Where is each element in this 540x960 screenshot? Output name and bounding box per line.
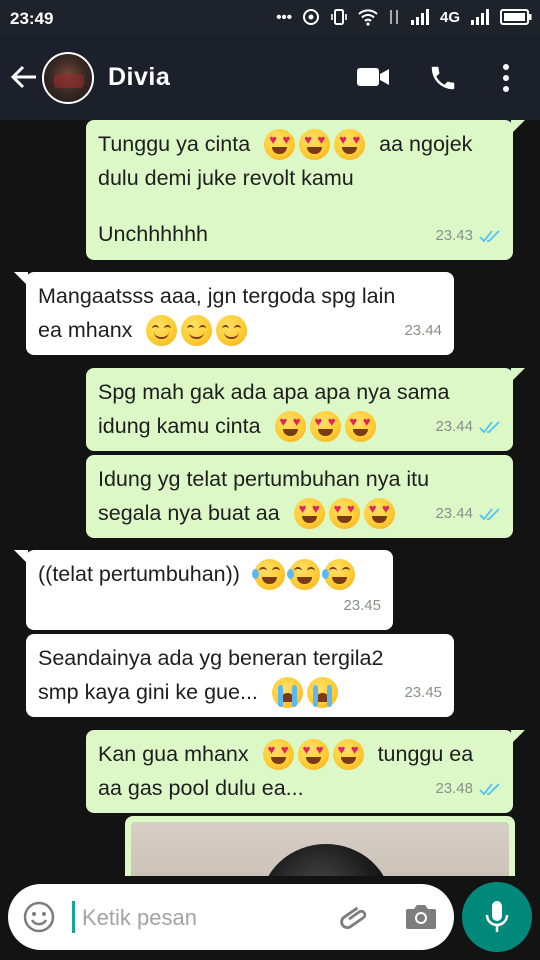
heart-eyes-emoji-icon [334,128,366,160]
status-time: 23:49 [10,9,54,28]
status-icons: ••• 4G [276,8,532,26]
video-camera-icon[interactable] [356,66,390,88]
message-meta: 23.45 [343,589,381,623]
heart-eyes-emoji-icon [293,497,325,529]
image-message-bubble[interactable] [125,816,515,876]
message-time: 23.44 [404,322,442,339]
message-bubble-outgoing[interactable]: Idung yg telat pertumbuhan nya itu segal… [86,455,513,538]
message-bubble-incoming[interactable]: Seandainya ada yg beneran tergila2 smp k… [26,634,454,717]
more-vertical-icon[interactable] [500,63,512,93]
double-check-icon [479,508,500,521]
message-time: 23.45 [343,597,381,614]
message-time: 23.44 [435,418,473,435]
heart-eyes-emoji-icon [332,738,364,770]
microphone-icon [485,901,509,932]
message-line: Mangaatsss aaa, jgn tergoda spg lain [38,284,396,308]
signal-icon [410,9,429,25]
message-time: 23.44 [435,505,473,522]
sob-emoji-icon [271,676,303,708]
arrow-left-icon[interactable] [10,64,38,90]
message-line: Seandainya ada yg beneran tergila2 [38,646,384,670]
message-meta: 23.43 [435,219,501,253]
text-cursor [72,901,75,933]
heart-eyes-emoji-icon [363,497,395,529]
message-meta: 23.44 [435,410,501,444]
avatar[interactable] [42,52,94,104]
joy-emoji-icon [321,558,355,590]
smiling-emoji-icon [216,314,248,346]
message-line: ea mhanx [38,313,442,347]
message-bubble-outgoing[interactable]: Spg mah gak ada apa apa nya sama idung k… [86,368,525,451]
double-check-icon [479,421,500,434]
heart-eyes-emoji-icon [299,128,331,160]
hotspot-icon [302,9,319,25]
heart-eyes-emoji-icon [344,410,376,442]
message-time: 23.45 [404,684,442,701]
message-time: 23.43 [435,227,473,244]
smiling-emoji-icon [181,314,213,346]
heart-eyes-emoji-icon [264,128,296,160]
camera-icon[interactable] [404,901,438,933]
message-meta: 23.44 [435,497,501,531]
message-line: dulu demi juke revolt kamu [98,166,354,190]
status-bar: 23:49 ••• 4G [0,0,540,36]
heart-eyes-emoji-icon [262,738,294,770]
mic-button[interactable] [462,882,532,952]
data-arrows-icon [389,10,398,24]
joy-emoji-icon [251,558,285,590]
more-dots-icon: ••• [276,8,292,26]
message-meta: 23.45 [404,676,442,710]
message-line [98,195,501,217]
double-check-icon [479,230,500,243]
relieved-emoji-icon [146,314,178,346]
phone-icon[interactable] [428,63,458,93]
heart-eyes-emoji-icon [309,410,341,442]
message-input[interactable] [80,898,324,938]
message-list[interactable]: Tunggu ya cinta aa ngojek dulu demi juke… [0,120,540,876]
message-bubble-incoming[interactable]: ((telat pertumbuhan)) 23.45 [14,550,393,630]
double-check-icon [479,783,500,796]
smile-icon[interactable] [23,901,55,933]
chat-header: Divia [0,36,540,120]
network-type: 4G [439,8,460,26]
message-line: ((telat pertumbuhan)) [38,557,381,591]
message-composer [8,884,454,950]
wifi-icon [358,9,378,26]
paperclip-icon[interactable] [338,901,372,935]
heart-eyes-emoji-icon [297,738,329,770]
message-meta: 23.48 [435,772,501,806]
battery-icon [500,9,532,25]
sob-emoji-icon [306,676,338,708]
message-line: Kan gua mhanx tunggu ea [98,737,501,771]
message-bubble-outgoing[interactable]: Tunggu ya cinta aa ngojek dulu demi juke… [86,120,525,260]
heart-eyes-emoji-icon [328,497,360,529]
message-bubble-outgoing[interactable]: Kan gua mhanx tunggu ea aa gas pool dulu… [86,730,525,813]
message-line: Idung yg telat pertumbuhan nya itu [98,467,430,491]
vibrate-icon [331,9,347,25]
helmet-photo [261,844,391,876]
message-line: smp kaya gini ke gue... [38,675,442,709]
joy-emoji-icon [286,558,320,590]
message-time: 23.48 [435,780,473,797]
message-bubble-incoming[interactable]: Mangaatsss aaa, jgn tergoda spg lain ea … [14,272,454,355]
signal-icon-2 [471,9,489,25]
image-thumbnail[interactable] [131,822,509,876]
message-line: Spg mah gak ada apa apa nya sama [98,380,450,404]
message-meta: 23.44 [404,314,442,348]
message-line: Tunggu ya cinta aa ngojek [98,127,501,161]
heart-eyes-emoji-icon [274,410,306,442]
contact-name[interactable]: Divia [108,63,170,92]
